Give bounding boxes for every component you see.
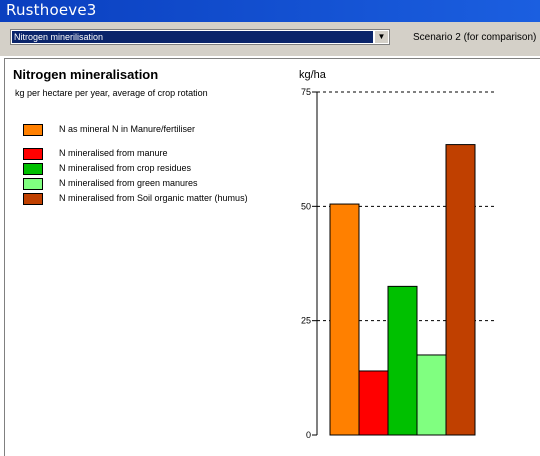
bar xyxy=(358,370,389,436)
y-tick-label: 50 xyxy=(301,201,311,211)
bar xyxy=(329,203,360,436)
window-title: Rusthoeve3 xyxy=(6,1,97,19)
y-tick-label: 0 xyxy=(306,430,311,440)
bar xyxy=(416,354,447,436)
view-select-value: Nitrogen minerilisation xyxy=(12,31,373,43)
toolbar: Nitrogen minerilisation ▼ Scenario 2 (fo… xyxy=(0,22,540,56)
y-tick-label: 75 xyxy=(301,87,311,97)
y-tick-label: 25 xyxy=(301,316,311,326)
scenario-label: Scenario 2 (for comparison) xyxy=(413,32,537,43)
bar xyxy=(387,285,418,436)
view-select[interactable]: Nitrogen minerilisation ▼ xyxy=(10,29,390,45)
bar-chart: 0 25 50 75 xyxy=(301,87,495,440)
bar xyxy=(445,144,476,436)
chart-panel: Nitrogen mineralisation kg per hectare p… xyxy=(4,58,540,456)
title-bar: Rusthoeve3 xyxy=(0,0,540,22)
chevron-down-icon[interactable]: ▼ xyxy=(374,31,388,43)
